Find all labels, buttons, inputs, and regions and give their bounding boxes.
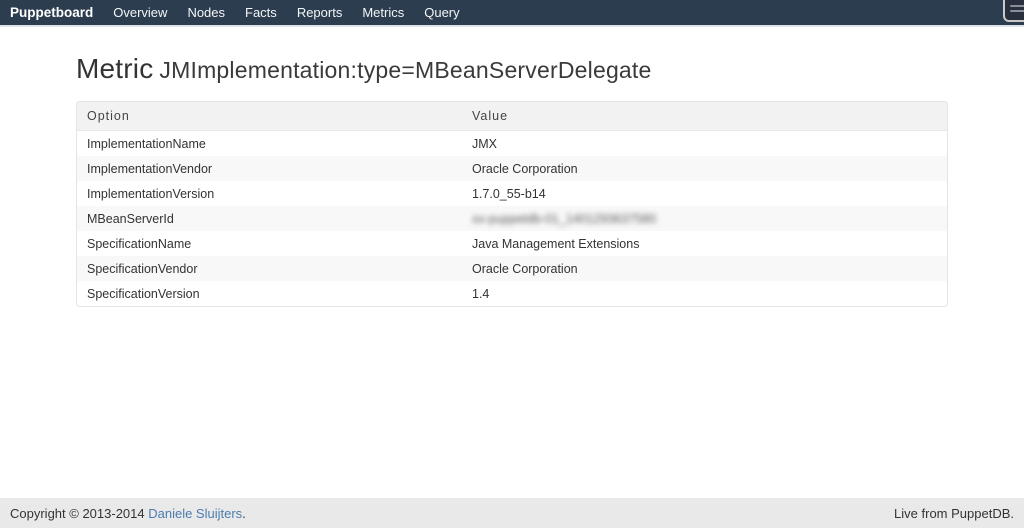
table-row: ImplementationVersion 1.7.0_55-b14 (77, 181, 947, 206)
table-row: SpecificationName Java Management Extens… (77, 231, 947, 256)
table-row: ImplementationName JMX (77, 131, 947, 156)
metric-options-table: Option Value ImplementationName JMX Impl… (76, 101, 948, 307)
option-cell: MBeanServerId (77, 206, 462, 231)
hamburger-bar (1010, 10, 1024, 12)
value-cell: 1.7.0_55-b14 (462, 181, 947, 206)
option-cell: SpecificationVendor (77, 256, 462, 281)
table-row: SpecificationVendor Oracle Corporation (77, 256, 947, 281)
column-header-value: Value (462, 102, 947, 131)
option-cell: SpecificationVersion (77, 281, 462, 306)
nav-item-metrics[interactable]: Metrics (362, 5, 404, 20)
nav-item-overview[interactable]: Overview (113, 5, 167, 20)
option-cell: ImplementationName (77, 131, 462, 156)
page-title: MetricJMImplementation:type=MBeanServerD… (76, 53, 948, 85)
value-cell: xx-puppetdb-01_1401293637580 (462, 206, 947, 231)
footer: Copyright © 2013-2014 Daniele Sluijters.… (0, 498, 1024, 528)
page-title-metric: Metric (76, 53, 153, 84)
copyright-prefix: Copyright © 2013-2014 (10, 506, 148, 521)
option-cell: ImplementationVendor (77, 156, 462, 181)
table-row: SpecificationVersion 1.4 (77, 281, 947, 306)
copyright-text: Copyright © 2013-2014 Daniele Sluijters. (10, 506, 246, 521)
nav-item-reports[interactable]: Reports (297, 5, 343, 20)
table-row: MBeanServerId xx-puppetdb-01_14012936375… (77, 206, 947, 231)
table-row: ImplementationVendor Oracle Corporation (77, 156, 947, 181)
option-cell: SpecificationName (77, 231, 462, 256)
page-title-mbean-name: JMImplementation:type=MBeanServerDelegat… (159, 57, 651, 83)
copyright-suffix: . (242, 506, 246, 521)
value-cell: 1.4 (462, 281, 947, 306)
author-link[interactable]: Daniele Sluijters (148, 506, 242, 521)
hamburger-menu-icon[interactable] (1003, 0, 1024, 22)
value-cell: Oracle Corporation (462, 156, 947, 181)
value-cell: Oracle Corporation (462, 256, 947, 281)
value-cell: Java Management Extensions (462, 231, 947, 256)
live-from-puppetdb-text: Live from PuppetDB. (894, 506, 1014, 521)
nav-item-nodes[interactable]: Nodes (187, 5, 225, 20)
option-cell: ImplementationVersion (77, 181, 462, 206)
value-cell: JMX (462, 131, 947, 156)
nav-item-query[interactable]: Query (424, 5, 459, 20)
brand-puppetboard[interactable]: Puppetboard (10, 5, 93, 20)
top-navbar: Puppetboard Overview Nodes Facts Reports… (0, 0, 1024, 27)
redacted-value: xx-puppetdb-01_1401293637580 (472, 212, 656, 226)
table-header-row: Option Value (77, 102, 947, 131)
main-content: MetricJMImplementation:type=MBeanServerD… (76, 53, 948, 307)
column-header-option: Option (77, 102, 462, 131)
nav-item-facts[interactable]: Facts (245, 5, 277, 20)
hamburger-bar (1010, 5, 1024, 7)
